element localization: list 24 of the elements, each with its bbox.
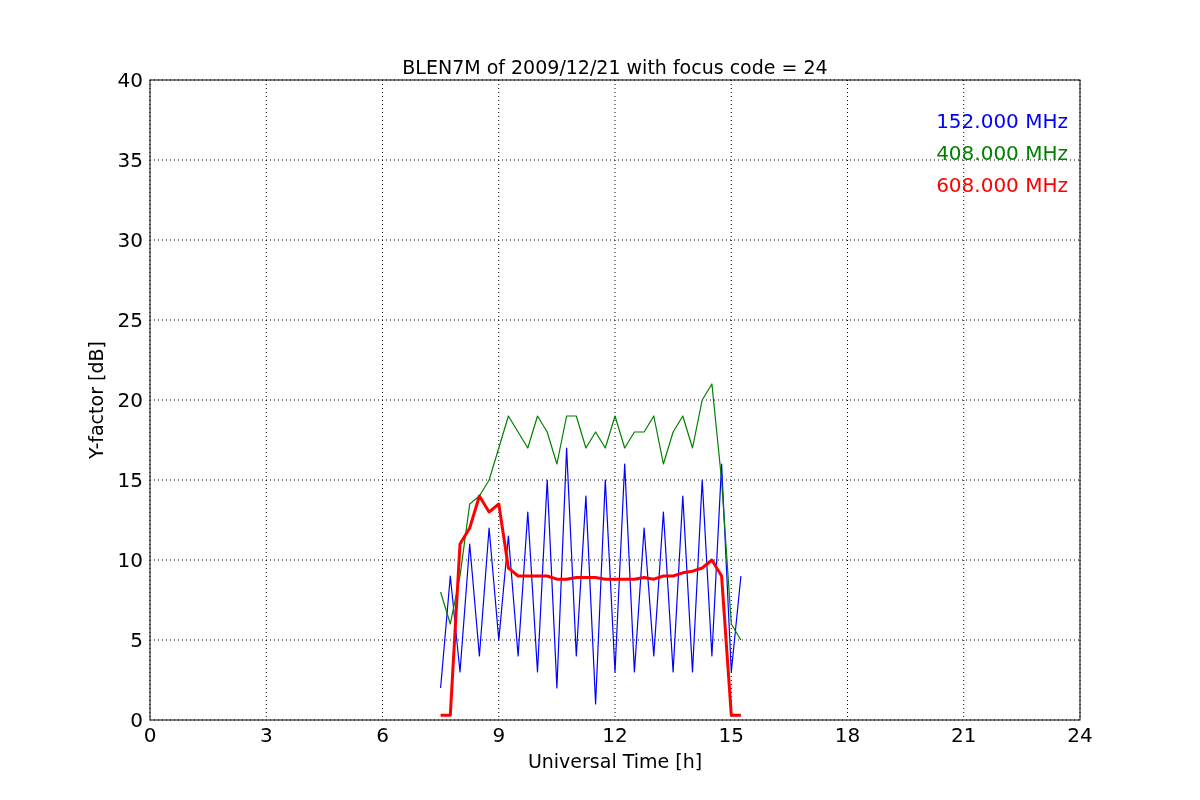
x-tick-label: 6 (376, 723, 389, 747)
y-tick-label: 10 (117, 548, 143, 572)
x-tick-label: 9 (492, 723, 506, 747)
legend-label: 608.000 MHz (936, 173, 1068, 197)
y-tick-label: 20 (117, 388, 143, 412)
y-tick-label: 0 (130, 708, 143, 732)
x-axis-label: Universal Time [h] (527, 750, 703, 772)
y-tick-label: 15 (117, 468, 143, 492)
y-tick-label: 5 (130, 628, 143, 652)
legend-label: 408.000 MHz (936, 141, 1068, 165)
y-tick-label: 40 (117, 68, 143, 92)
y-tick-label: 35 (117, 148, 143, 172)
x-tick-label: 24 (1067, 723, 1093, 747)
x-tick-label: 21 (951, 723, 977, 747)
x-tick-label: 12 (602, 723, 628, 747)
y-tick-label: 25 (117, 308, 143, 332)
x-tick-label: 18 (834, 723, 861, 747)
y-axis-label: Y-factor [dB] (85, 341, 107, 459)
x-tick-label: 15 (718, 723, 744, 747)
chart-title: BLEN7M of 2009/12/21 with focus code = 24 (402, 56, 828, 78)
x-tick-label: 3 (259, 723, 273, 747)
legend-label: 152.000 MHz (936, 109, 1068, 133)
x-tick-label: 0 (143, 723, 157, 747)
y-tick-label: 30 (117, 228, 143, 252)
